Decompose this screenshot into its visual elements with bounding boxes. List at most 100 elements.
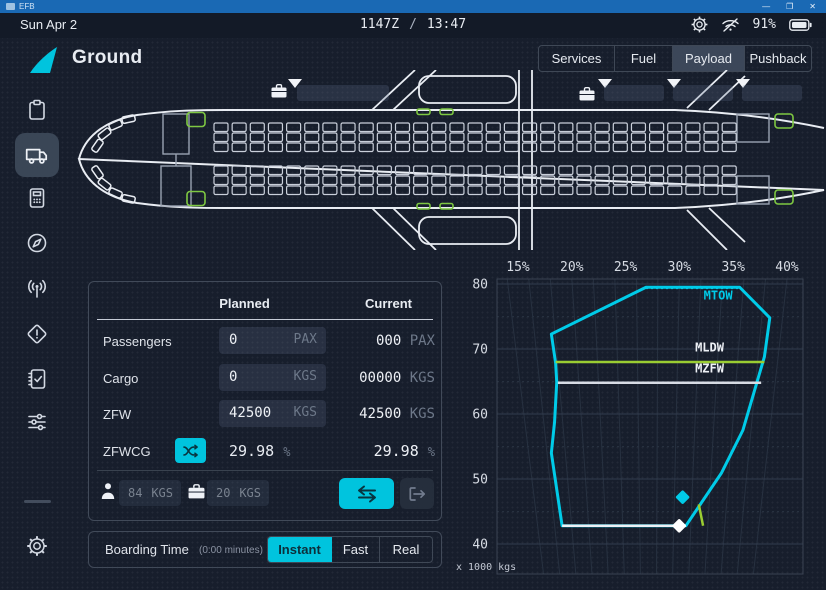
seat <box>396 123 410 132</box>
grid-cg-line <box>689 279 701 574</box>
sidebar-item-atc[interactable] <box>15 267 59 311</box>
local-time: 13:47 <box>427 17 466 32</box>
zfwcg-current: 29.98 % <box>374 442 435 460</box>
cargo-input-aft-3[interactable] <box>742 85 802 101</box>
seat <box>468 133 482 142</box>
passengers-planned-value: 0 <box>229 332 237 348</box>
seat <box>232 166 246 175</box>
x-tick-label: 15% <box>506 260 530 275</box>
seat <box>650 133 664 142</box>
sidebar-item-dashboard[interactable] <box>15 88 59 132</box>
per-bag-weight-input[interactable]: 20 KGS <box>207 480 269 506</box>
row-label-passengers: Passengers <box>103 334 172 349</box>
cargo-input-aft-1[interactable] <box>604 85 664 101</box>
seat <box>341 123 355 132</box>
limit-label-mtow: MTOW <box>704 289 734 303</box>
seat <box>577 133 591 142</box>
seat <box>432 176 446 185</box>
seat <box>631 123 645 132</box>
seat <box>704 166 718 175</box>
passengers-input[interactable]: 0 PAX <box>219 327 326 354</box>
seat <box>631 166 645 175</box>
row-label-zfw: ZFW <box>103 407 131 422</box>
seat <box>450 143 464 152</box>
seat <box>722 166 736 175</box>
x-tick-label: 35% <box>721 260 745 275</box>
tab-payload[interactable]: Payload <box>673 46 745 71</box>
seat <box>305 166 319 175</box>
sidebar-item-settings[interactable] <box>15 524 59 568</box>
sidebar-item-performance[interactable] <box>15 176 59 220</box>
boarding-speed-fast[interactable]: Fast <box>332 537 380 562</box>
seat <box>396 186 410 195</box>
x-tick-label: 25% <box>614 260 638 275</box>
zfwcg-randomize-button[interactable] <box>175 438 206 463</box>
seat <box>704 143 718 152</box>
cargo-input-aft-2[interactable] <box>673 85 733 101</box>
seat <box>450 166 464 175</box>
sidebar-item-navigation[interactable] <box>15 221 59 265</box>
briefcase-icon <box>188 484 205 499</box>
seat <box>704 176 718 185</box>
window-maximize-button[interactable]: ❐ <box>786 2 793 11</box>
sidebar-item-failures[interactable] <box>15 312 59 356</box>
seat <box>577 186 591 195</box>
wifi-off-icon[interactable] <box>721 17 740 33</box>
passengers-unit: PAX <box>294 332 317 347</box>
window-close-button[interactable]: ✕ <box>809 2 816 11</box>
sidebar-item-ground[interactable] <box>15 133 59 177</box>
cargo-input-fwd[interactable] <box>297 85 389 101</box>
seat <box>686 166 700 175</box>
seat <box>287 123 301 132</box>
gear-icon[interactable] <box>691 16 708 33</box>
seat <box>323 133 337 142</box>
battery-percentage: 91% <box>753 17 776 32</box>
seat <box>722 133 736 142</box>
x-tick-label: 20% <box>560 260 584 275</box>
gear-icon <box>25 534 49 558</box>
window-minimize-button[interactable]: — <box>762 2 770 11</box>
zfw-input[interactable]: 42500 KGS <box>219 400 326 427</box>
seat <box>287 133 301 142</box>
seat <box>341 143 355 152</box>
boarding-time-label: Boarding Time <box>105 542 189 557</box>
seat <box>523 133 537 142</box>
load-transfer-button[interactable] <box>339 478 394 509</box>
sidebar-item-presets[interactable] <box>15 400 59 444</box>
seat <box>396 176 410 185</box>
seat <box>414 176 428 185</box>
seat <box>305 176 319 185</box>
seat <box>523 166 537 175</box>
seat <box>250 133 264 142</box>
status-bar: Sun Apr 2 1147Z/13:47 91% <box>0 13 826 38</box>
seat <box>541 143 555 152</box>
tab-pushback[interactable]: Pushback <box>745 46 811 71</box>
tab-services[interactable]: Services <box>539 46 615 71</box>
boarding-speed-instant[interactable]: Instant <box>268 537 332 562</box>
seat <box>541 123 555 132</box>
grid-cg-line <box>507 279 543 574</box>
seat <box>613 133 627 142</box>
seat <box>559 123 573 132</box>
boarding-speed-real[interactable]: Real <box>380 537 432 562</box>
cg-envelope <box>551 287 769 526</box>
row-label-zfwcg: ZFWCG <box>103 444 151 459</box>
seat <box>595 143 609 152</box>
seat <box>214 133 228 142</box>
seat <box>450 133 464 142</box>
sidebar-item-checklists[interactable] <box>15 357 59 401</box>
seat <box>595 133 609 142</box>
compass-icon <box>25 231 49 255</box>
seat <box>377 176 391 185</box>
per-pax-weight-input[interactable]: 84 KGS <box>119 480 181 506</box>
cargo-input[interactable]: 0 KGS <box>219 364 326 391</box>
seat <box>214 143 228 152</box>
seat <box>504 133 518 142</box>
sliders-icon <box>25 410 49 434</box>
tab-fuel[interactable]: Fuel <box>615 46 673 71</box>
antenna-icon <box>25 277 49 301</box>
deboard-button[interactable] <box>400 478 434 509</box>
seat <box>432 186 446 195</box>
seat <box>414 186 428 195</box>
header-rule <box>97 319 433 320</box>
